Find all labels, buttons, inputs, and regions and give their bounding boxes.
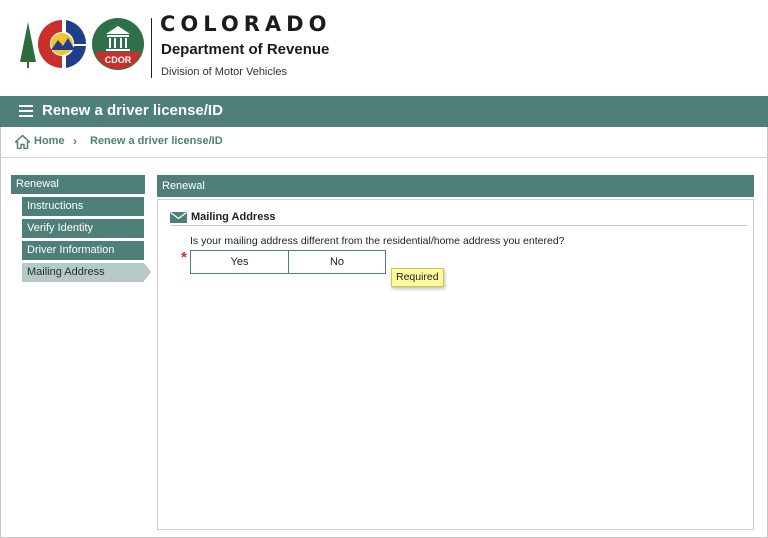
- breadcrumb-separator: ›: [73, 134, 77, 148]
- breadcrumb: Home › Renew a driver license/ID: [0, 127, 768, 158]
- required-indicator: *: [181, 249, 187, 266]
- cdor-logo-text: CDOR: [105, 55, 132, 65]
- page-title: Renew a driver license/ID: [42, 102, 223, 119]
- state-name: COLORADO: [160, 12, 332, 36]
- no-button[interactable]: No: [288, 250, 386, 274]
- department-name: Department of Revenue: [161, 41, 330, 58]
- sidebar-item-instructions[interactable]: Instructions: [22, 197, 144, 216]
- hamburger-menu-icon[interactable]: [19, 105, 33, 117]
- title-bar: Renew a driver license/ID: [0, 96, 768, 127]
- header-divider: [151, 18, 152, 78]
- home-icon[interactable]: [15, 135, 30, 149]
- section-divider: [170, 225, 747, 226]
- section-title: Mailing Address: [191, 211, 276, 223]
- panel-heading: Renewal: [157, 175, 754, 197]
- sidebar-item-driver-information[interactable]: Driver Information: [22, 241, 144, 260]
- sidebar-item-verify-identity[interactable]: Verify Identity: [22, 219, 144, 238]
- mailing-address-question: Is your mailing address different from t…: [190, 235, 565, 247]
- breadcrumb-home-link[interactable]: Home: [34, 135, 65, 147]
- yes-button[interactable]: Yes: [190, 250, 288, 274]
- breadcrumb-current-page[interactable]: Renew a driver license/ID: [90, 135, 223, 147]
- site-header: CDOR COLORADO Department of Revenue Divi…: [0, 0, 768, 96]
- required-tooltip: Required: [391, 268, 444, 287]
- colorado-logo-icon: [20, 20, 87, 68]
- sidebar-heading[interactable]: Renewal: [11, 175, 145, 194]
- panel-body: Mailing Address Is your mailing address …: [157, 199, 754, 530]
- cdor-logo-icon: CDOR: [92, 18, 144, 70]
- division-name: Division of Motor Vehicles: [161, 66, 287, 78]
- envelope-icon: [170, 212, 187, 223]
- sidebar-item-mailing-address[interactable]: Mailing Address: [22, 263, 151, 282]
